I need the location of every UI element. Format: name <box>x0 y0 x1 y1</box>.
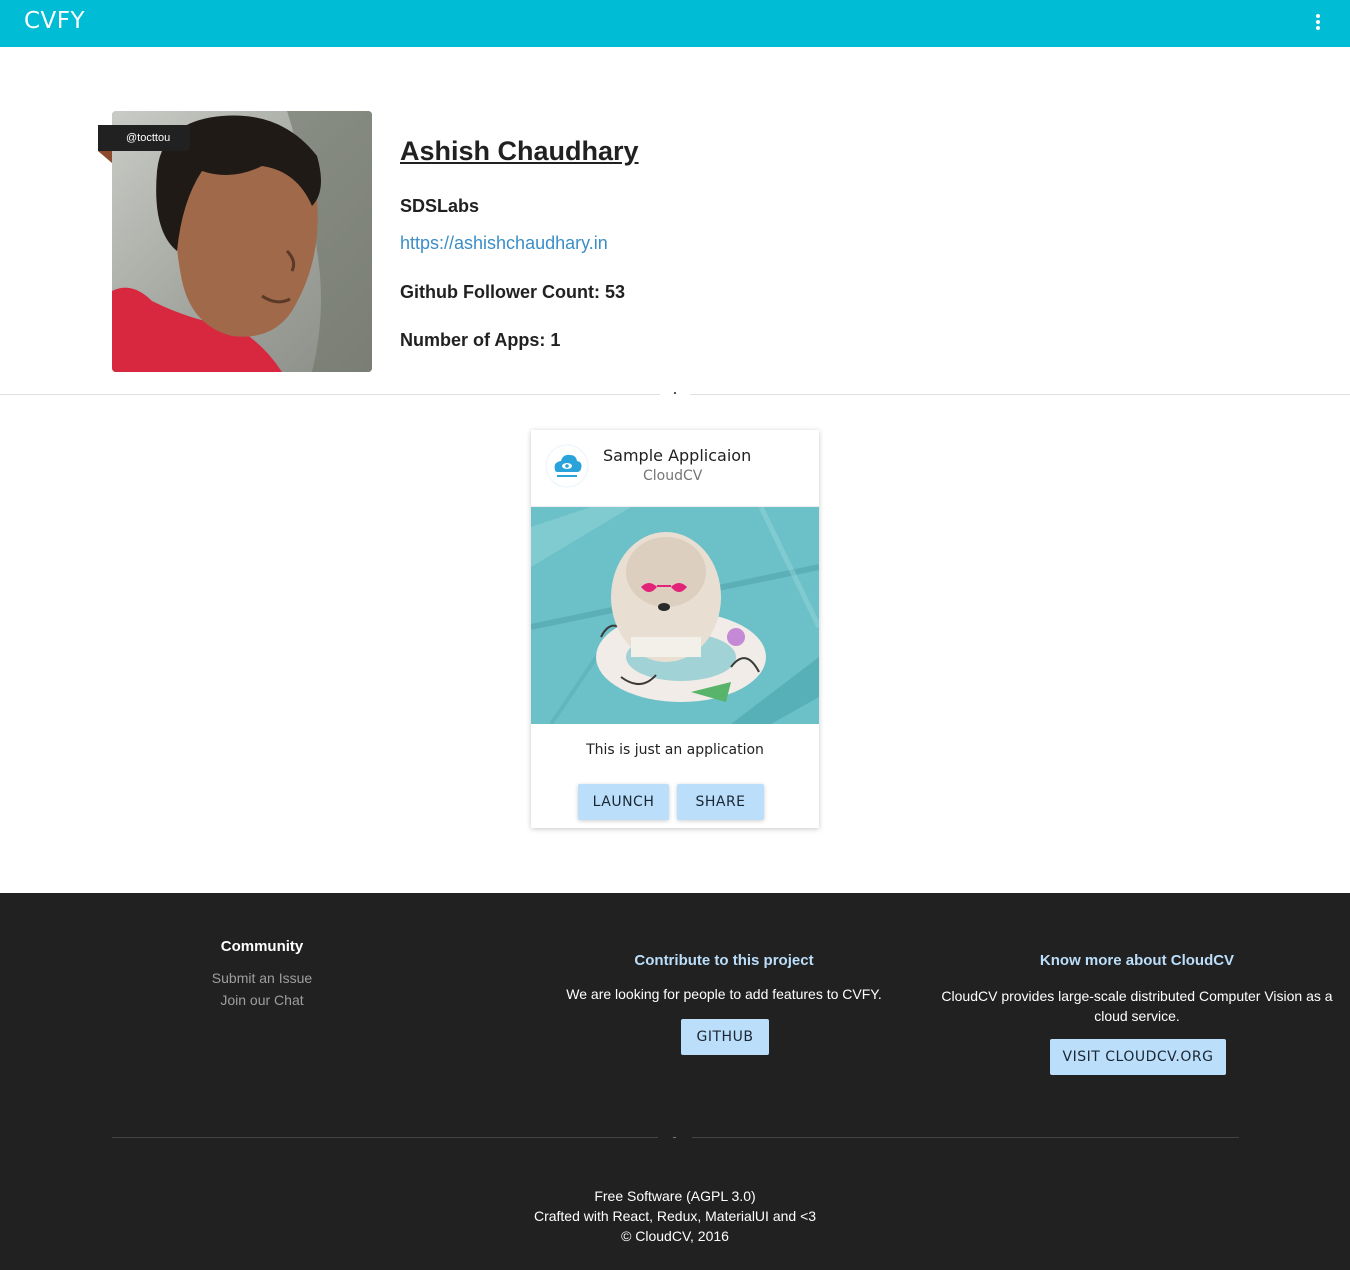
app-card: Sample Applicaion CloudCV This is just a… <box>531 430 819 828</box>
app-preview-image <box>531 507 819 724</box>
footer-divider-dot <box>673 1137 676 1138</box>
visit-cloudcv-button[interactable]: VISIT CLOUDCV.ORG <box>1050 1039 1226 1075</box>
about-heading: Know more about CloudCV <box>1039 952 1235 969</box>
license-text: Free Software (AGPL 3.0) <box>594 1188 756 1204</box>
ribbon-fold <box>98 151 112 163</box>
contribute-heading: Contribute to this project <box>634 952 814 969</box>
app-title[interactable]: Sample Applicaion <box>603 446 751 465</box>
username-badge: @tocttou <box>98 125 190 151</box>
divider-dot <box>674 392 676 394</box>
cloudcv-logo-icon <box>545 444 589 488</box>
community-heading: Community <box>220 938 304 955</box>
join-chat-link[interactable]: Join our Chat <box>112 992 412 1008</box>
follower-count: Github Follower Count: 53 <box>400 282 625 302</box>
app-count: Number of Apps: 1 <box>400 330 561 350</box>
submit-issue-link[interactable]: Submit an Issue <box>112 970 412 986</box>
share-button[interactable]: SHARE <box>677 784 764 820</box>
more-vert-icon[interactable] <box>1306 10 1330 34</box>
launch-button[interactable]: LAUNCH <box>578 784 669 820</box>
profile-organization: SDSLabs <box>400 196 480 216</box>
copyright-text: © CloudCV, 2016 <box>621 1228 729 1244</box>
footer-divider-left <box>112 1137 658 1138</box>
footer-divider-right <box>692 1137 1239 1138</box>
app-title[interactable]: CVFY <box>24 8 85 34</box>
contribute-text: We are looking for people to add feature… <box>566 986 882 1002</box>
profile-website-link[interactable]: https://ashishchaudhary.in <box>400 233 608 254</box>
app-bar: CVFY <box>0 0 1350 47</box>
crafted-text: Crafted with React, Redux, MaterialUI an… <box>533 1208 817 1224</box>
app-owner: CloudCV <box>643 468 703 484</box>
app-description: This is just an application <box>586 742 764 758</box>
profile-name[interactable]: Ashish Chaudhary <box>400 136 639 167</box>
about-text: CloudCV provides large-scale distributed… <box>941 988 1333 1024</box>
footer: Community Submit an Issue Join our Chat … <box>0 893 1350 1270</box>
github-button[interactable]: GITHUB <box>681 1019 769 1055</box>
